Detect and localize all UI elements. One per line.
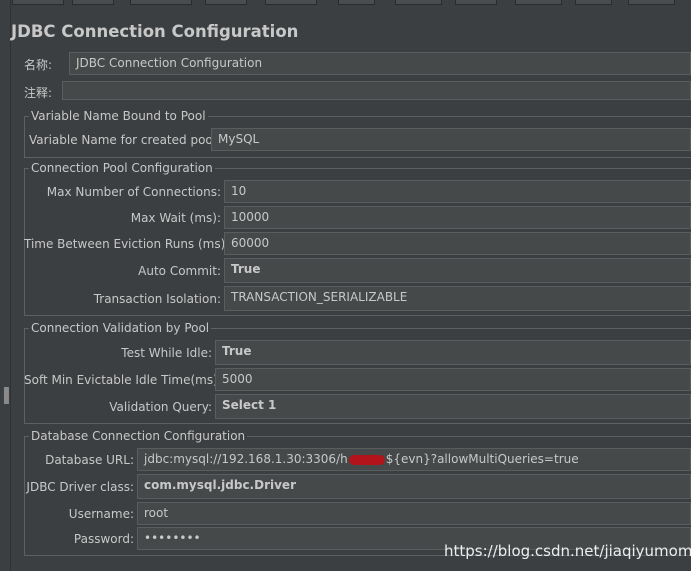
username-field[interactable]: root [137,502,691,525]
transaction-isolation-select[interactable]: TRANSACTION_SERIALIZABLE [224,286,691,311]
top-tab[interactable] [395,0,442,5]
top-tab[interactable] [575,0,612,5]
left-split-rail: ▪ ▪ ▪ ▪ [0,0,11,571]
soft-min-idle-label: Soft Min Evictable Idle Time(ms): [24,373,222,387]
max-wait-field[interactable]: 10000 [224,206,691,229]
database-url-field[interactable]: jdbc:mysql://192.168.1.30:3306/h ${evn}?a… [137,448,691,471]
top-tab[interactable] [455,0,497,5]
top-tab[interactable] [628,0,675,5]
database-url-label: Database URL: [45,453,134,467]
page-title: JDBC Connection Configuration [11,22,299,41]
transaction-isolation-label: Transaction Isolation: [93,292,221,306]
pool-name-field[interactable]: MySQL [211,128,691,151]
pool-name-label: Variable Name for created pool: [29,133,221,147]
database-url-suffix: ${evn}?allowMultiQueries=true [385,452,579,466]
auto-commit-select[interactable]: True [224,258,691,283]
eviction-runs-label: Time Between Eviction Runs (ms): [24,237,230,251]
variable-name-legend: Variable Name Bound to Pool [29,109,208,123]
top-tab[interactable] [265,0,317,5]
connection-pool-legend: Connection Pool Configuration [29,161,215,175]
jdbc-driver-select[interactable]: com.mysql.jdbc.Driver [137,474,691,499]
top-tab-strip [0,0,691,5]
name-label: 名称: [24,58,53,72]
max-wait-label: Max Wait (ms): [130,211,221,225]
username-label: Username: [68,507,134,521]
top-tab[interactable] [12,0,64,5]
validation-query-select[interactable]: Select 1 [215,394,691,419]
top-tab[interactable] [130,0,192,5]
watermark-text: https://blog.csdn.net/jiaqiyumomo [444,542,691,560]
password-label: Password: [73,532,134,546]
top-tab[interactable] [72,0,114,5]
redaction-mark [348,454,385,465]
top-tab[interactable] [338,0,375,5]
max-connections-field[interactable]: 10 [224,180,691,203]
test-while-idle-select[interactable]: True [215,340,691,365]
comment-label: 注释: [24,86,53,100]
splitter-grip-icon[interactable]: ▪ ▪ ▪ ▪ [3,385,10,407]
name-field[interactable]: JDBC Connection Configuration [69,52,691,75]
validation-query-label: Validation Query: [109,400,212,414]
comment-field[interactable] [62,81,691,100]
top-tab[interactable] [515,0,562,5]
database-url-prefix: jdbc:mysql://192.168.1.30:3306/h [144,452,348,466]
test-while-idle-label: Test While Idle: [121,346,212,360]
max-connections-label: Max Number of Connections: [46,185,221,199]
eviction-runs-field[interactable]: 60000 [224,232,691,255]
database-connection-legend: Database Connection Configuration [29,429,248,443]
jdbc-driver-label: JDBC Driver class: [26,480,134,494]
soft-min-idle-field[interactable]: 5000 [215,368,691,391]
connection-validation-legend: Connection Validation by Pool [29,321,212,335]
top-tab[interactable] [205,0,247,5]
auto-commit-label: Auto Commit: [138,264,221,278]
